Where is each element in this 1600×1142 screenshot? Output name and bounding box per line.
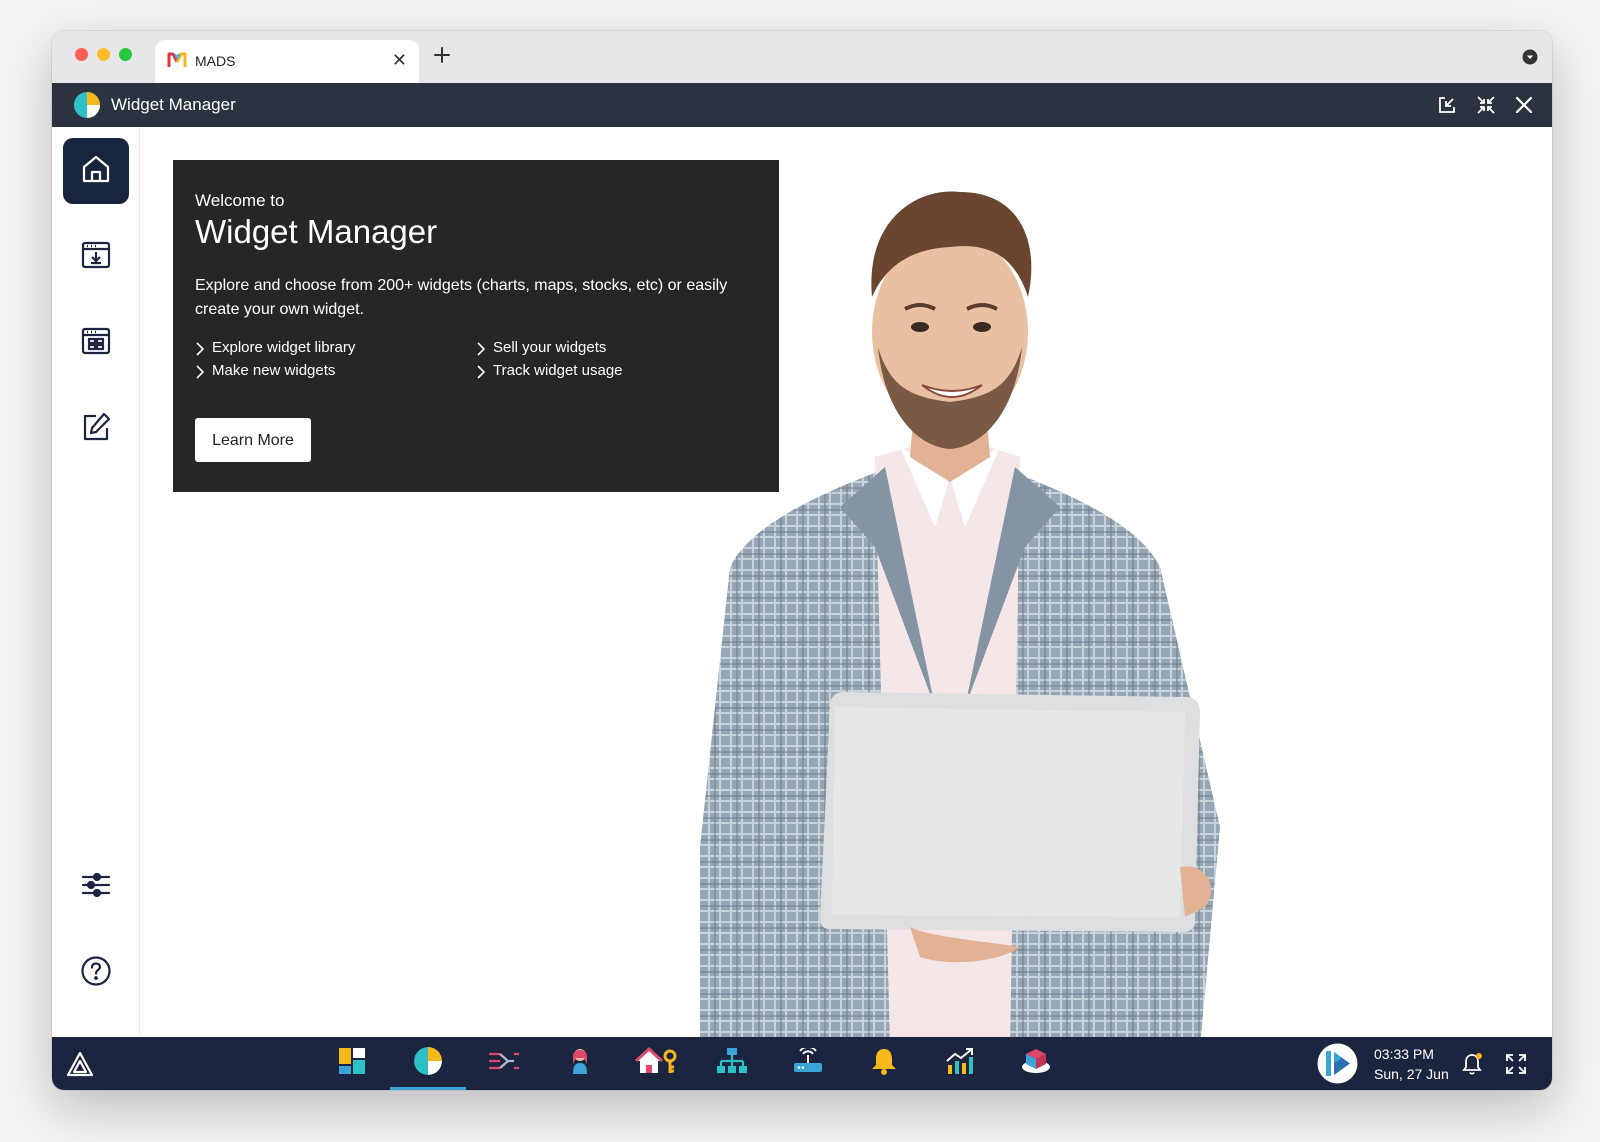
browser-window: MADS ✕ Widget Manager Welcome to Widget … — [52, 31, 1552, 1090]
learn-more-button[interactable]: Learn More — [195, 418, 311, 462]
edit-icon — [80, 411, 112, 448]
taskbar-app-network-topology[interactable] — [694, 1037, 770, 1090]
dashboard-icon — [338, 1047, 366, 1080]
sidebar-item-settings[interactable] — [63, 854, 129, 920]
taskbar-app-router[interactable] — [770, 1037, 846, 1090]
notification-bell-icon[interactable] — [1460, 1052, 1484, 1081]
feature-link[interactable]: Track widget usage — [476, 361, 623, 381]
download-window-icon — [80, 239, 112, 276]
feature-link[interactable]: Make new widgets — [195, 361, 335, 381]
clock-date: Sun, 27 Jun — [1374, 1066, 1449, 1082]
sidebar — [52, 127, 140, 1037]
plus-icon[interactable] — [431, 44, 453, 71]
app-titlebar: Widget Manager — [52, 83, 1552, 127]
window-minimize-dot[interactable] — [97, 48, 110, 61]
main-content: Welcome to Widget Manager Explore and ch… — [140, 127, 1552, 1037]
mads-logo-icon — [167, 50, 187, 75]
network-topology-icon — [717, 1047, 747, 1080]
taskbar-app-notifications[interactable] — [846, 1037, 922, 1090]
chevron-right-icon — [196, 365, 205, 379]
property-keys-icon — [634, 1046, 677, 1080]
window-maximize-dot[interactable] — [119, 48, 132, 61]
user-icon — [567, 1046, 593, 1081]
clock-time: 03:33 PM — [1374, 1046, 1434, 1062]
chevron-down-icon[interactable] — [1522, 49, 1538, 70]
help-icon — [80, 955, 112, 992]
close-icon[interactable]: ✕ — [392, 50, 407, 70]
user-avatar[interactable] — [1317, 1043, 1358, 1089]
chevron-right-icon — [196, 342, 205, 356]
home-icon — [80, 153, 112, 190]
popout-icon[interactable] — [1436, 94, 1458, 116]
chevron-right-icon — [477, 365, 486, 379]
sidebar-item-home[interactable] — [63, 138, 129, 204]
feature-link[interactable]: Sell your widgets — [476, 338, 606, 358]
taskbar-app-growth-chart[interactable] — [922, 1037, 998, 1090]
sidebar-item-help[interactable] — [63, 940, 129, 1006]
feature-link[interactable]: Explore widget library — [195, 338, 355, 358]
welcome-subtitle: Welcome to — [195, 191, 285, 210]
sidebar-item-edit[interactable] — [63, 396, 129, 462]
feature-label: Make new widgets — [212, 362, 336, 379]
chevron-right-icon — [477, 342, 486, 356]
feature-label: Explore widget library — [212, 339, 356, 356]
feature-label: Track widget usage — [493, 362, 623, 379]
taskbar-app-cube-layers[interactable] — [998, 1037, 1074, 1090]
taskbar-app-property-keys[interactable] — [618, 1037, 694, 1090]
cube-layers-icon — [1020, 1047, 1052, 1080]
close-icon[interactable] — [1513, 94, 1535, 116]
taskbar-app-widget-manager[interactable] — [390, 1037, 466, 1090]
feature-label: Sell your widgets — [493, 339, 607, 356]
tab-title: MADS — [195, 53, 236, 69]
taskbar-app-dashboard[interactable] — [314, 1037, 390, 1090]
taskbar-app-user[interactable] — [542, 1037, 618, 1090]
browser-tab[interactable]: MADS ✕ — [155, 40, 419, 83]
taskbar: 03:33 PM Sun, 27 Jun — [52, 1037, 1552, 1090]
sidebar-item-install[interactable] — [63, 224, 129, 290]
data-flow-icon — [488, 1050, 520, 1077]
sidebar-item-library[interactable] — [63, 310, 129, 376]
browser-tabstrip: MADS ✕ — [52, 31, 1552, 83]
sliders-icon — [80, 869, 112, 906]
welcome-description: Explore and choose from 200+ widgets (ch… — [195, 277, 728, 318]
widget-manager-icon — [413, 1046, 443, 1081]
grid-window-icon — [80, 325, 112, 362]
widget-manager-logo-icon — [73, 91, 101, 124]
window-close-dot[interactable] — [75, 48, 88, 61]
notification-bell-icon — [871, 1047, 897, 1080]
welcome-card: Welcome to Widget Manager Explore and ch… — [173, 160, 779, 492]
router-icon — [793, 1046, 823, 1079]
growth-chart-icon — [945, 1047, 975, 1080]
triangle-logo-icon[interactable] — [66, 1051, 94, 1082]
collapse-icon[interactable] — [1475, 94, 1497, 116]
welcome-title: Widget Manager — [195, 213, 438, 250]
app-title: Widget Manager — [111, 95, 236, 114]
taskbar-app-data-flow[interactable] — [466, 1037, 542, 1090]
fullscreen-icon[interactable] — [1504, 1052, 1528, 1081]
